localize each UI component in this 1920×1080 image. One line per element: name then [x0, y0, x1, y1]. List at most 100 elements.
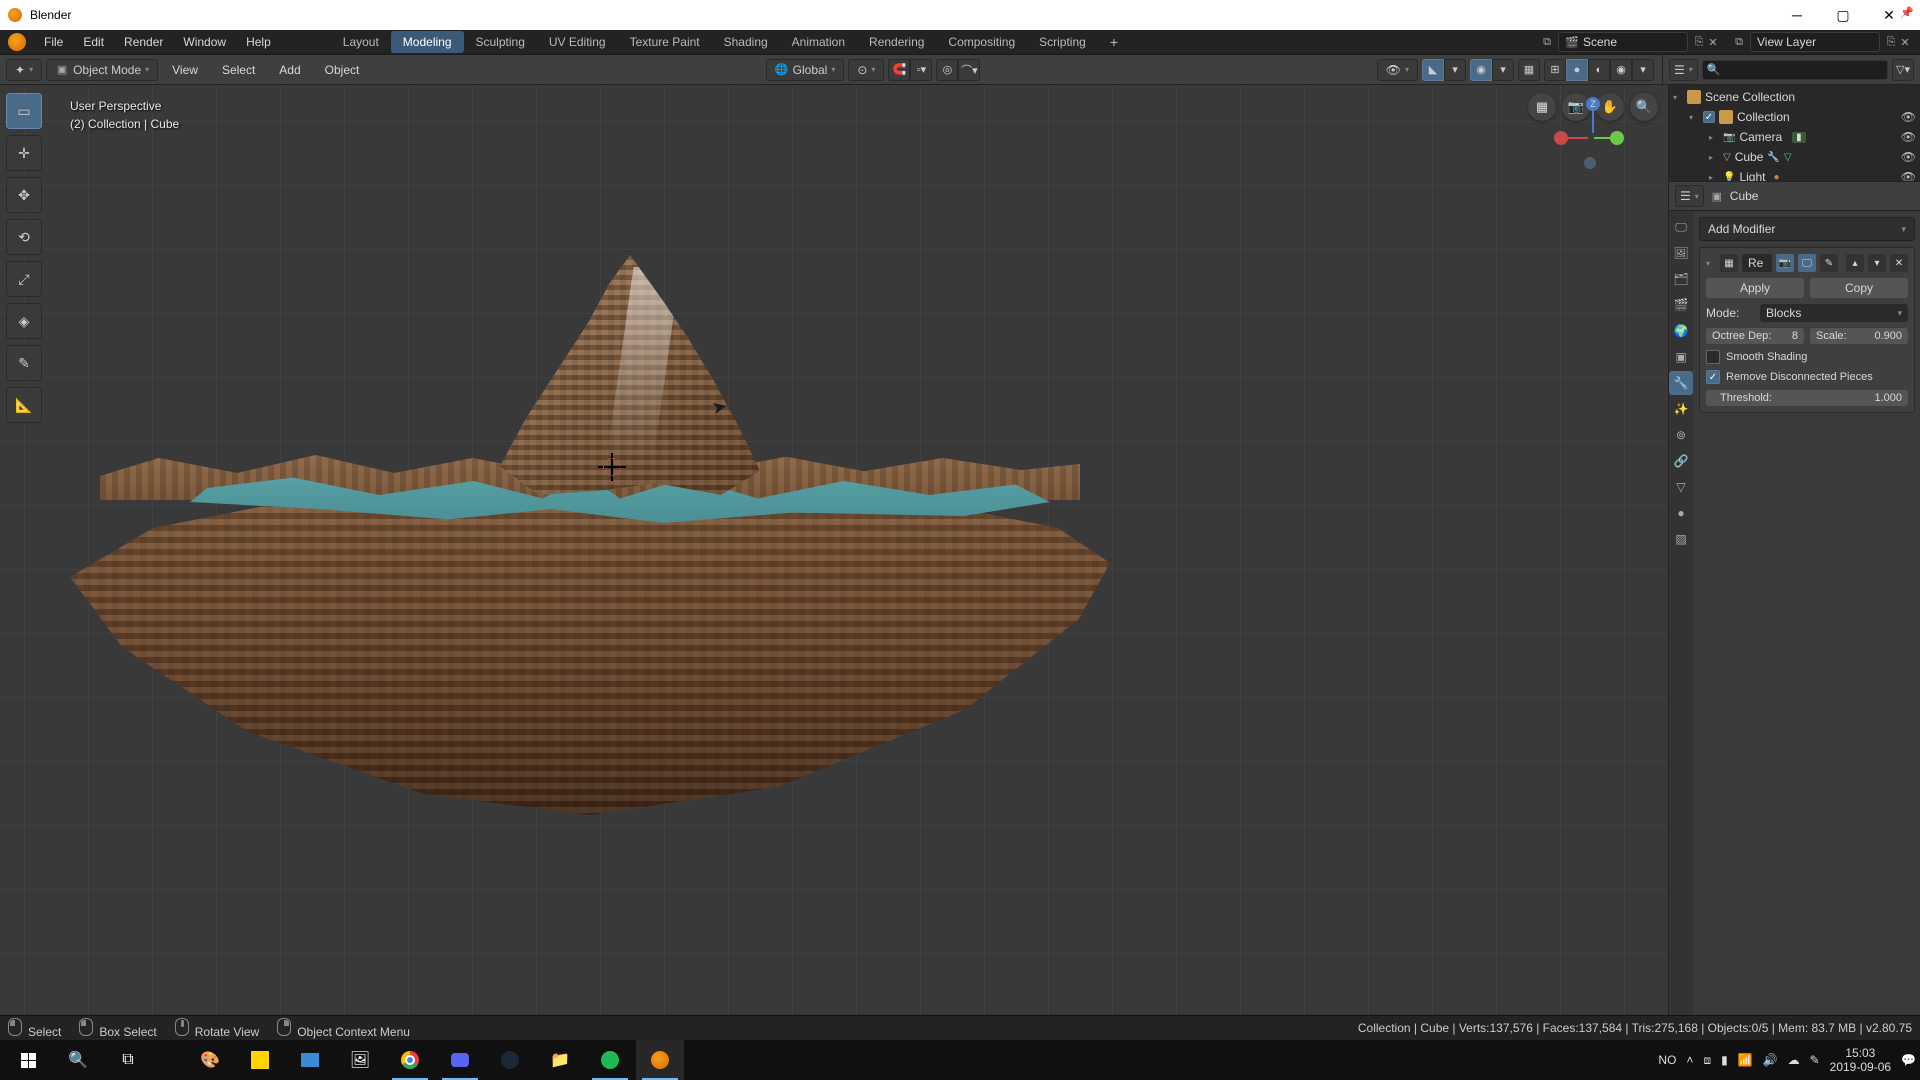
menu-window[interactable]: Window [173, 32, 236, 52]
overlay-options[interactable]: ▾ [1492, 59, 1514, 81]
gizmo-options[interactable]: ▾ [1444, 59, 1466, 81]
maximize-button[interactable]: ▢ [1820, 0, 1866, 30]
visibility-toggle-icon[interactable]: 👁 [1901, 130, 1916, 144]
tray-chevron-icon[interactable]: ˄ [1686, 1053, 1693, 1067]
outliner-collection[interactable]: ▾ ✓ Collection 👁 [1669, 107, 1920, 127]
shading-lookdev[interactable]: ◐ [1588, 59, 1610, 81]
remove-disconnected-row[interactable]: ✓ Remove Disconnected Pieces [1706, 370, 1908, 384]
taskbar-app-blender[interactable] [636, 1040, 684, 1080]
remove-disconnected-checkbox[interactable]: ✓ [1706, 370, 1720, 384]
proportional-options[interactable]: ⌒▾ [958, 59, 980, 81]
mode-dropdown[interactable]: Blocks ▾ [1760, 304, 1908, 322]
scene-delete-icon[interactable]: ✕ [1706, 35, 1720, 49]
outliner[interactable]: ▾ Scene Collection ▾ ✓ Collection 👁 ▸📷 C… [1669, 85, 1920, 181]
taskbar-app-mail[interactable] [286, 1040, 334, 1080]
task-view-button[interactable]: ⧉ [104, 1040, 152, 1080]
tab-material[interactable]: ● [1669, 501, 1693, 525]
viewport-menu-select[interactable]: Select [212, 60, 265, 80]
shading-rendered[interactable]: ◉ [1610, 59, 1632, 81]
add-modifier-dropdown[interactable]: Add Modifier ▾ [1699, 217, 1915, 241]
taskbar-app-discord[interactable] [436, 1040, 484, 1080]
overlay-toggle[interactable]: ◉ [1470, 59, 1492, 81]
modifier-collapse-icon[interactable]: ▾ [1706, 259, 1716, 268]
tab-mesh[interactable]: ▽ [1669, 475, 1693, 499]
start-button[interactable] [4, 1040, 52, 1080]
pivot-selector[interactable]: ⊙▾ [848, 59, 884, 81]
viewport-3d[interactable]: ▭ ✛ ✥ ⟲ ⤢ ◈ ✎ 📐 User Perspective (2) Col… [0, 85, 1668, 1015]
modifier-realtime-toggle[interactable]: 🖵 [1798, 254, 1816, 272]
camera-object-icon[interactable]: ➤ [710, 396, 729, 420]
modifier-render-toggle[interactable]: 📷 [1776, 254, 1794, 272]
scale-field[interactable]: Scale: 0.900 [1810, 328, 1908, 344]
taskbar-app-spotify[interactable] [586, 1040, 634, 1080]
visibility-selector[interactable]: 👁▾ [1377, 59, 1418, 81]
nav-zoom[interactable]: 🔍 [1630, 93, 1658, 121]
modifier-copy-button[interactable]: Copy [1810, 278, 1908, 298]
shading-options[interactable]: ▾ [1632, 59, 1654, 81]
viewport-menu-object[interactable]: Object [315, 60, 370, 80]
visibility-toggle-icon[interactable]: 👁 [1901, 170, 1916, 181]
axis-y-icon[interactable] [1610, 131, 1624, 145]
menu-edit[interactable]: Edit [73, 32, 114, 52]
shading-solid[interactable]: ● [1566, 59, 1588, 81]
tab-output[interactable]: 🖼 [1669, 241, 1693, 265]
workspace-modeling[interactable]: Modeling [391, 31, 464, 53]
outliner-scene-collection[interactable]: ▾ Scene Collection [1669, 87, 1920, 107]
modifier-name-field[interactable]: Re [1742, 254, 1772, 272]
outliner-item-cube[interactable]: ▸▽ Cube 🔧 ▽ 👁 [1669, 147, 1920, 167]
menu-render[interactable]: Render [114, 32, 173, 52]
tab-render[interactable]: 🖵 [1669, 215, 1693, 239]
menu-help[interactable]: Help [236, 32, 281, 52]
tab-texture[interactable]: ▨ [1669, 527, 1693, 551]
workspace-texture-paint[interactable]: Texture Paint [618, 31, 712, 53]
workspace-rendering[interactable]: Rendering [857, 31, 936, 53]
axis-z-icon[interactable]: Z [1586, 97, 1600, 111]
mode-selector[interactable]: ▣ Object Mode ▾ [46, 59, 158, 81]
tool-transform[interactable]: ◈ [6, 303, 42, 339]
taskbar-clock[interactable]: 15:03 2019-09-06 [1830, 1046, 1891, 1075]
viewlayer-browse-icon[interactable]: ⧉ [1732, 35, 1746, 49]
viewport-menu-view[interactable]: View [162, 60, 208, 80]
scene-name-field[interactable]: 🎬 Scene [1558, 32, 1688, 52]
scene-browse-icon[interactable]: ⧉ [1540, 35, 1554, 49]
tool-select-box[interactable]: ▭ [6, 93, 42, 129]
snap-toggle[interactable]: 🧲 [888, 59, 910, 81]
outliner-item-camera[interactable]: ▸📷 Camera ▮ 👁 [1669, 127, 1920, 147]
outliner-search[interactable]: 🔍 [1702, 60, 1888, 80]
visibility-toggle-icon[interactable]: 👁 [1901, 110, 1916, 124]
modifier-delete[interactable]: ✕ [1890, 254, 1908, 272]
tab-scene[interactable]: 🎬 [1669, 293, 1693, 317]
minimize-button[interactable]: ─ [1774, 0, 1820, 30]
proportional-toggle[interactable]: ◎ [936, 59, 958, 81]
workspace-compositing[interactable]: Compositing [936, 31, 1027, 53]
taskbar-app-notes[interactable] [236, 1040, 284, 1080]
outliner-filter[interactable]: ▽▾ [1892, 59, 1914, 81]
viewport-menu-add[interactable]: Add [269, 60, 310, 80]
properties-editor-type[interactable]: ☰▾ [1675, 185, 1704, 207]
xray-toggle[interactable]: ▦ [1518, 59, 1540, 81]
tray-dropbox-icon[interactable]: ⧈ [1703, 1053, 1711, 1068]
gizmo-toggle[interactable]: ◣ [1422, 59, 1444, 81]
workspace-animation[interactable]: Animation [780, 31, 857, 53]
tab-viewlayer[interactable]: 🗂 [1669, 267, 1693, 291]
modifier-apply-button[interactable]: Apply [1706, 278, 1804, 298]
modifier-move-down[interactable]: ▾ [1868, 254, 1886, 272]
tool-annotate[interactable]: ✎ [6, 345, 42, 381]
taskbar-app-photos[interactable]: 🖼 [336, 1040, 384, 1080]
workspace-shading[interactable]: Shading [712, 31, 780, 53]
tool-scale[interactable]: ⤢ [6, 261, 42, 297]
taskbar-app-steam[interactable] [486, 1040, 534, 1080]
modifier-move-up[interactable]: ▴ [1846, 254, 1864, 272]
language-indicator[interactable]: NO [1658, 1053, 1676, 1067]
taskbar-app-chrome[interactable] [386, 1040, 434, 1080]
tool-measure[interactable]: 📐 [6, 387, 42, 423]
workspace-add[interactable]: + [1098, 30, 1130, 54]
scene-new-icon[interactable]: ⎘ [1692, 35, 1706, 49]
axis-neg-icon[interactable] [1584, 157, 1596, 169]
workspace-scripting[interactable]: Scripting [1027, 31, 1098, 53]
search-button[interactable]: 🔍 [54, 1040, 102, 1080]
menu-file[interactable]: File [34, 32, 73, 52]
tool-rotate[interactable]: ⟲ [6, 219, 42, 255]
tool-cursor[interactable]: ✛ [6, 135, 42, 171]
smooth-shading-checkbox[interactable] [1706, 350, 1720, 364]
